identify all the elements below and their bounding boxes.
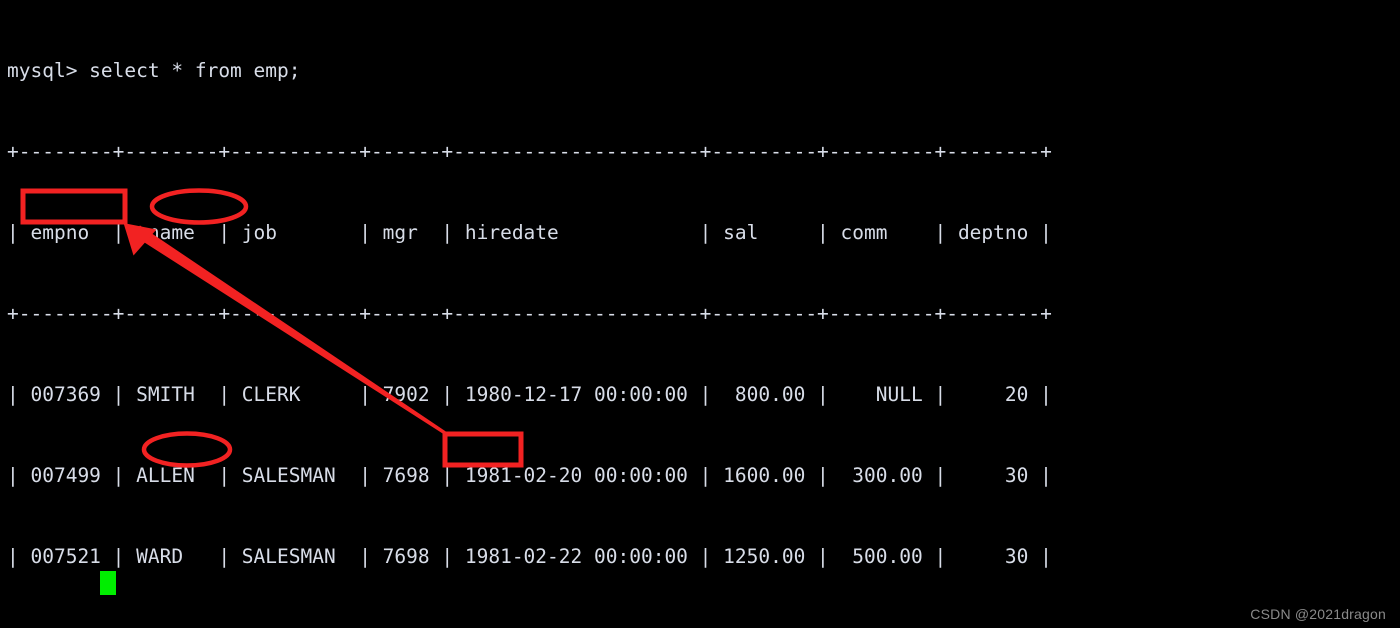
table-row: | 007499 | ALLEN | SALESMAN | 7698 | 198… xyxy=(7,462,1052,489)
command-line: mysql> select * from emp; xyxy=(7,57,1052,84)
table-separator-header: +--------+--------+-----------+------+--… xyxy=(7,300,1052,327)
table-separator-top: +--------+--------+-----------+------+--… xyxy=(7,138,1052,165)
table-row: | 007521 | WARD | SALESMAN | 7698 | 1981… xyxy=(7,543,1052,570)
table-row: | 007369 | SMITH | CLERK | 7902 | 1980-1… xyxy=(7,381,1052,408)
terminal-cursor xyxy=(100,571,116,595)
table-row: | 007566 | JONES | MANAGER | 7839 | 1981… xyxy=(7,624,1052,628)
terminal-output[interactable]: mysql> select * from emp; +--------+----… xyxy=(7,3,1052,628)
terminal-screen: mysql> select * from emp; +--------+----… xyxy=(0,0,1400,628)
table-header-row: | empno | ename | job | mgr | hiredate |… xyxy=(7,219,1052,246)
watermark: CSDN @2021dragon xyxy=(1250,606,1386,622)
